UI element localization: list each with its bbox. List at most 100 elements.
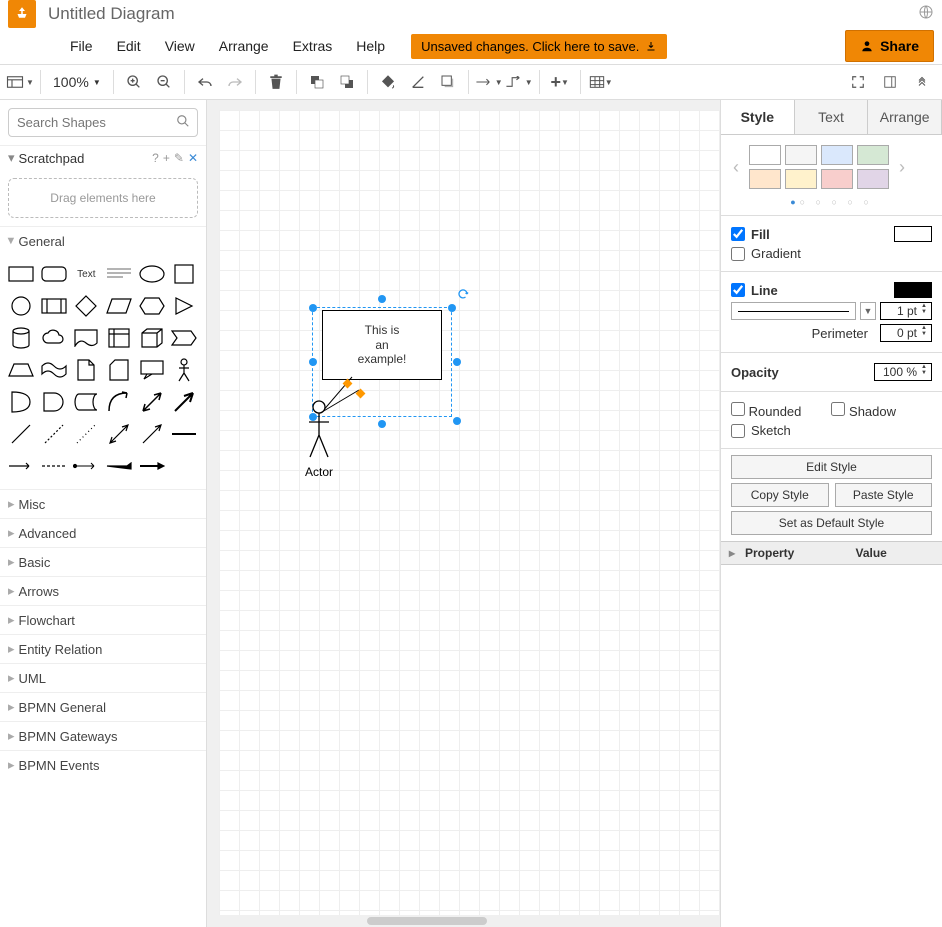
table-dropdown[interactable]: ▼ (587, 68, 615, 96)
scratchpad-header[interactable]: ▾ Scratchpad ? + ✎ ✕ (0, 145, 206, 170)
shape-actor[interactable] (169, 355, 199, 385)
category-flowchart[interactable]: ▸Flowchart (0, 605, 206, 634)
shape-bidir-thin[interactable] (104, 419, 134, 449)
insert-dropdown[interactable]: +▼ (546, 68, 574, 96)
shape-arrow[interactable] (169, 387, 199, 417)
resize-handle-nw[interactable] (309, 304, 317, 312)
to-front-button[interactable] (303, 68, 331, 96)
fill-checkbox[interactable] (731, 227, 745, 241)
shape-diamond[interactable] (71, 291, 101, 321)
paste-style-button[interactable]: Paste Style (835, 483, 933, 507)
shadow-button[interactable] (434, 68, 462, 96)
menu-help[interactable]: Help (346, 32, 395, 60)
zoom-dropdown[interactable]: 100%▼ (47, 74, 107, 90)
shape-internal-storage[interactable] (104, 323, 134, 353)
canvas-paper[interactable]: This is an example! Actor (219, 110, 720, 915)
menu-edit[interactable]: Edit (107, 32, 151, 60)
shape-document[interactable] (71, 323, 101, 353)
category-bpmn-gateways[interactable]: ▸BPMN Gateways (0, 721, 206, 750)
swatch-next[interactable]: › (895, 157, 909, 178)
shape-connector1[interactable] (169, 419, 199, 449)
shape-card[interactable] (104, 355, 134, 385)
rectangle-node[interactable]: This is an example! (322, 310, 442, 380)
shape-trapezoid[interactable] (6, 355, 36, 385)
shape-cylinder[interactable] (6, 323, 36, 353)
shape-connector3[interactable] (39, 451, 69, 481)
shape-square[interactable] (169, 259, 199, 289)
fullscreen-button[interactable] (844, 68, 872, 96)
shape-or[interactable] (6, 387, 36, 417)
swatch-prev[interactable]: ‹ (729, 157, 743, 178)
redo-button[interactable] (221, 68, 249, 96)
document-title[interactable]: Untitled Diagram (48, 4, 175, 24)
shape-dotted-line[interactable] (71, 419, 101, 449)
shadow-checkbox[interactable] (831, 402, 845, 416)
waypoint-dropdown[interactable]: ▼ (505, 68, 533, 96)
copy-style-button[interactable]: Copy Style (731, 483, 829, 507)
line-style-arrow[interactable]: ▼ (860, 302, 876, 320)
menu-file[interactable]: File (60, 32, 103, 60)
shape-hexagon[interactable] (137, 291, 167, 321)
line-checkbox[interactable] (731, 283, 745, 297)
zoom-in-button[interactable] (120, 68, 148, 96)
line-color-button[interactable] (404, 68, 432, 96)
opacity-stepper[interactable]: ▲▼ (921, 364, 931, 376)
default-style-button[interactable]: Set as Default Style (731, 511, 932, 535)
shape-line[interactable] (6, 419, 36, 449)
canvas-area[interactable]: This is an example! Actor (207, 100, 720, 927)
shape-connector5[interactable] (104, 451, 134, 481)
category-entity-relation[interactable]: ▸Entity Relation (0, 634, 206, 663)
category-bpmn-general[interactable]: ▸BPMN General (0, 692, 206, 721)
shape-triangle[interactable] (169, 291, 199, 321)
swatch-pager[interactable]: ●○ ○ ○ ○ ○ (721, 193, 942, 215)
shape-curve-arrow[interactable] (104, 387, 134, 417)
shape-note[interactable] (71, 355, 101, 385)
swatch-4[interactable] (857, 145, 889, 165)
app-logo[interactable] (8, 0, 36, 28)
edit-style-button[interactable]: Edit Style (731, 455, 932, 479)
format-panel-toggle[interactable] (876, 68, 904, 96)
actor-node[interactable] (307, 400, 331, 463)
property-header[interactable]: ▸ Property Value (721, 541, 942, 565)
menu-view[interactable]: View (155, 32, 205, 60)
horizontal-scrollbar[interactable] (367, 917, 487, 925)
resize-handle-s[interactable] (378, 420, 386, 428)
shape-bidir-arrow[interactable] (137, 387, 167, 417)
shape-dashed-line[interactable] (39, 419, 69, 449)
edit-icon[interactable]: ✎ (174, 151, 184, 165)
sketch-checkbox[interactable] (731, 424, 745, 438)
swatch-6[interactable] (785, 169, 817, 189)
menu-arrange[interactable]: Arrange (209, 32, 279, 60)
language-icon[interactable] (918, 4, 934, 23)
rounded-checkbox[interactable] (731, 402, 745, 416)
rotate-handle[interactable] (457, 288, 467, 298)
menu-extras[interactable]: Extras (283, 32, 343, 60)
search-icon[interactable] (176, 114, 190, 131)
perimeter-stepper[interactable]: ▲▼ (921, 325, 931, 337)
swatch-7[interactable] (821, 169, 853, 189)
fill-color-button[interactable] (374, 68, 402, 96)
connection-dropdown[interactable]: ▼ (475, 68, 503, 96)
shape-connector2[interactable] (6, 451, 36, 481)
tab-style[interactable]: Style (721, 100, 795, 134)
resize-handle-w[interactable] (309, 358, 317, 366)
share-button[interactable]: Share (845, 30, 934, 62)
shape-thin-arrow[interactable] (137, 419, 167, 449)
shape-connector6[interactable] (137, 451, 167, 481)
resize-handle-n[interactable] (378, 295, 386, 303)
category-advanced[interactable]: ▸Advanced (0, 518, 206, 547)
line-style-dropdown[interactable] (731, 302, 856, 320)
fill-color-picker[interactable] (894, 226, 932, 242)
category-arrows[interactable]: ▸Arrows (0, 576, 206, 605)
shape-cube[interactable] (137, 323, 167, 353)
shape-connector4[interactable] (71, 451, 101, 481)
category-uml[interactable]: ▸UML (0, 663, 206, 692)
shape-ellipse[interactable] (137, 259, 167, 289)
shape-callout[interactable] (137, 355, 167, 385)
line-width-stepper[interactable]: ▲▼ (921, 303, 931, 315)
add-icon[interactable]: + (163, 151, 170, 165)
swatch-1[interactable] (749, 145, 781, 165)
shape-step[interactable] (169, 323, 199, 353)
to-back-button[interactable] (333, 68, 361, 96)
swatch-8[interactable] (857, 169, 889, 189)
